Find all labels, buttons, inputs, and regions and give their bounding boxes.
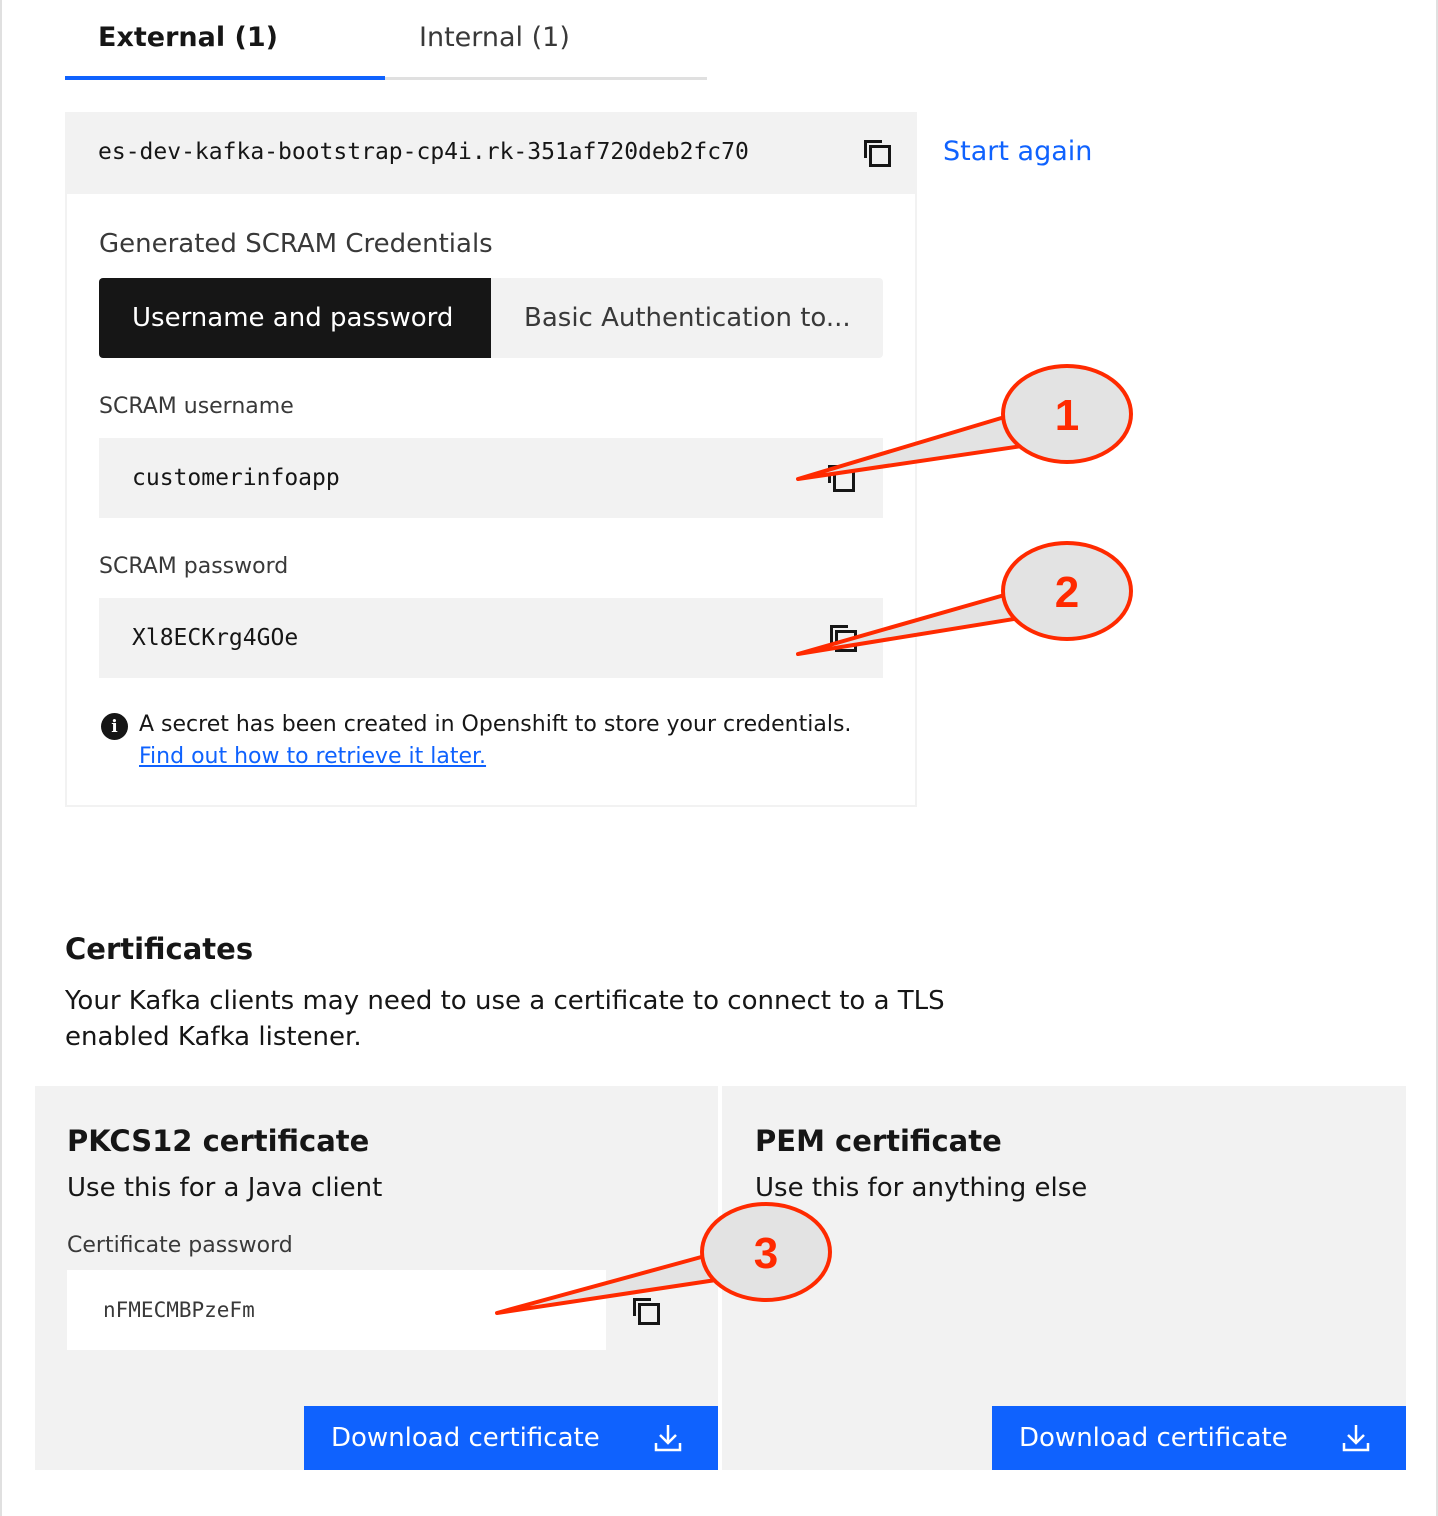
switcher-username-password[interactable]: Username and password	[99, 278, 491, 358]
tab-external-label: External (1)	[98, 22, 278, 53]
scram-username-field: customerinfoapp	[99, 438, 883, 518]
credentials-title: Generated SCRAM Credentials	[99, 229, 493, 259]
copy-username-icon[interactable]	[826, 463, 856, 493]
certificate-password-value: nFMECMBPzeFm	[103, 1298, 255, 1322]
copy-icon[interactable]	[862, 138, 892, 168]
scram-password-field: Xl8ECKrg4GOe	[99, 598, 883, 678]
bootstrap-endpoint-value: es-dev-kafka-bootstrap-cp4i.rk-351af720d…	[98, 139, 749, 165]
scram-password-value: Xl8ECKrg4GOe	[132, 625, 299, 651]
certificate-password-field: nFMECMBPzeFm	[67, 1270, 606, 1350]
download-pkcs12-label: Download certificate	[331, 1423, 600, 1453]
start-again-link[interactable]: Start again	[943, 136, 1092, 167]
scram-username-value: customerinfoapp	[132, 465, 340, 491]
information-icon: i	[101, 713, 128, 740]
tab-internal-label: Internal (1)	[419, 22, 570, 53]
secret-info-text: A secret has been created in Openshift t…	[139, 712, 852, 737]
pkcs12-subtitle: Use this for a Java client	[67, 1173, 383, 1203]
retrieve-secret-link[interactable]: Find out how to retrieve it later.	[139, 744, 486, 769]
pem-title: PEM certificate	[755, 1124, 1002, 1158]
pkcs12-title: PKCS12 certificate	[67, 1124, 370, 1158]
download-icon	[654, 1425, 682, 1452]
switcher-basic-auth[interactable]: Basic Authentication to...	[491, 278, 883, 358]
download-pem-label: Download certificate	[1019, 1423, 1288, 1453]
switcher-basic-auth-label: Basic Authentication to...	[524, 303, 851, 333]
download-pem-button[interactable]: Download certificate	[992, 1406, 1406, 1470]
copy-certificate-password-icon[interactable]	[631, 1296, 661, 1326]
tab-internal[interactable]: Internal (1)	[385, 22, 707, 80]
pem-subtitle: Use this for anything else	[755, 1173, 1088, 1203]
copy-password-icon[interactable]	[828, 623, 858, 653]
scram-username-label: SCRAM username	[99, 394, 294, 419]
callout-number-2: 2	[1055, 568, 1079, 617]
certificate-password-label: Certificate password	[67, 1233, 293, 1258]
scram-password-label: SCRAM password	[99, 554, 289, 579]
download-pkcs12-button[interactable]: Download certificate	[304, 1406, 718, 1470]
switcher-username-password-label: Username and password	[132, 303, 454, 333]
tab-external[interactable]: External (1)	[65, 22, 385, 80]
certificates-heading: Certificates	[65, 932, 254, 966]
certificates-description: Your Kafka clients may need to use a cer…	[65, 986, 945, 1052]
left-edge	[0, 0, 2, 1516]
callout-number-1: 1	[1055, 391, 1079, 440]
download-icon	[1342, 1425, 1370, 1452]
